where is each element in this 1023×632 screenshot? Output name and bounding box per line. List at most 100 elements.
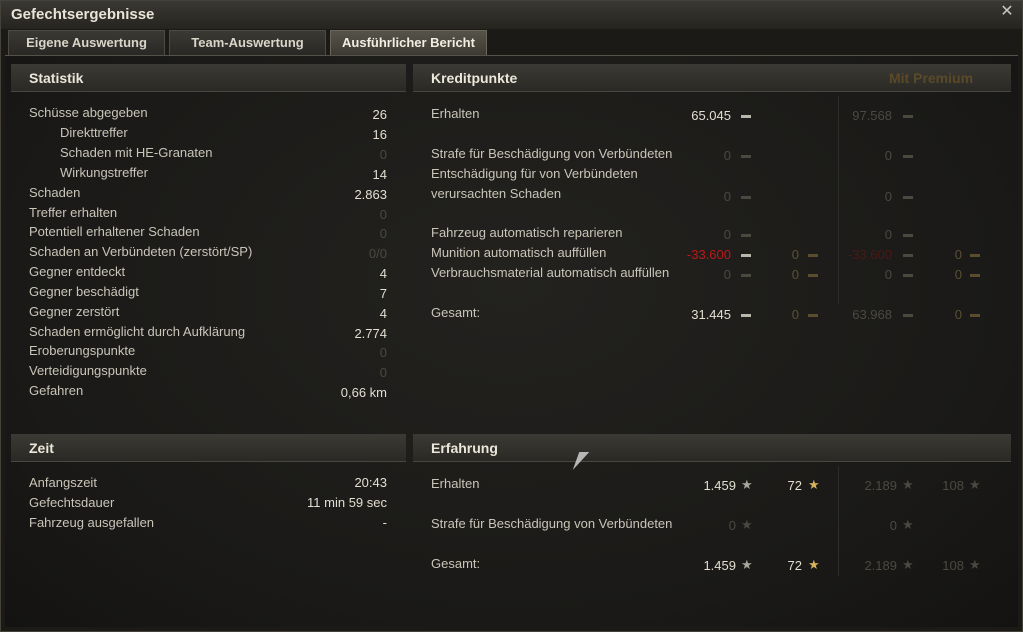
statistik-row-value: 0 [379, 147, 387, 162]
credits-icon: ▬ [903, 191, 913, 202]
credits-icon: ▬ [741, 309, 751, 320]
credit-value: 31.445 [691, 307, 731, 322]
statistik-row-value: 2.774 [354, 326, 387, 341]
gold-icon: ▬ [808, 249, 818, 260]
statistik-row-label: Eroberungspunkte [29, 343, 136, 358]
zeit-header: Zeit [11, 434, 406, 462]
free-xp-value: 72 [787, 478, 802, 493]
tab-ausfuehrlicher-bericht[interactable]: Ausführlicher Bericht [330, 30, 487, 55]
credits-icon: ▬ [741, 249, 751, 260]
xp-value: 0 [728, 518, 736, 533]
credits-icon: ▬ [741, 110, 751, 121]
statistik-row-value: 0 [379, 365, 387, 380]
premium-credit-value: 0 [884, 267, 892, 282]
statistik-row-value: 14 [372, 167, 387, 182]
gold-icon: ▬ [970, 269, 980, 280]
credit-row-label: Strafe für Beschädigung von Verbündeten [431, 146, 673, 161]
statistik-row-value: 0,66 km [340, 385, 387, 400]
star-icon: ★ [741, 477, 753, 492]
premium-xp-value: 0 [889, 518, 897, 533]
credits-icon: ▬ [903, 249, 913, 260]
premium-credit-value: 0 [884, 148, 892, 163]
credit-row-label: Erhalten [431, 106, 480, 121]
zeit-row-value: 20:43 [354, 475, 387, 490]
credits-icon: ▬ [903, 309, 913, 320]
statistik-row-value: 0 [379, 207, 387, 222]
premium-gold-value: 0 [954, 307, 962, 322]
premium-xp-value: 2.189 [864, 558, 897, 573]
credits-icon: ▬ [741, 229, 751, 240]
premium-divider-xp [838, 466, 839, 576]
credits-icon: ▬ [741, 150, 751, 161]
gold-icon: ▬ [808, 309, 818, 320]
xp-value: 1.459 [703, 478, 736, 493]
star-icon: ★ [902, 477, 914, 492]
premium-credit-value: 63.968 [852, 307, 892, 322]
credit-value: 0 [723, 189, 731, 204]
premium-credit-value: 0 [884, 227, 892, 242]
zeit-row-value: - [382, 515, 387, 530]
star-icon: ★ [969, 477, 981, 492]
gold-icon: ▬ [970, 309, 980, 320]
premium-credit-value: 97.568 [852, 108, 892, 123]
star-icon: ★ [969, 557, 981, 572]
premium-gold-value: 0 [954, 267, 962, 282]
premium-free-xp-value: 108 [942, 558, 964, 573]
statistik-row-value: 26 [372, 107, 387, 122]
star-icon: ★ [902, 557, 914, 572]
statistik-row-label: Gegner zerstört [29, 304, 120, 319]
credits-icon: ▬ [903, 269, 913, 280]
tab-team-auswertung[interactable]: Team-Auswertung [169, 30, 326, 55]
statistik-row-label: Schaden an Verbündeten (zerstört/SP) [29, 244, 253, 259]
statistik-row-value: 7 [379, 286, 387, 301]
xp-row-label: Gesamt: [431, 556, 481, 571]
gold-value: 0 [791, 267, 799, 282]
credit-value: 0 [723, 227, 731, 242]
credits-icon: ▬ [903, 150, 913, 161]
star-icon: ★ [741, 517, 753, 532]
free-xp-star-icon: ★ [808, 477, 820, 492]
free-xp-star-icon: ★ [808, 557, 820, 572]
credit-row-label: Gesamt: [431, 305, 481, 320]
title-bar[interactable]: Gefechtsergebnisse ✕ [1, 1, 1022, 29]
credit-row-label: Munition automatisch auffüllen [431, 245, 607, 260]
xp-value: 1.459 [703, 558, 736, 573]
tab-eigene-auswertung[interactable]: Eigene Auswertung [8, 30, 165, 55]
xp-row-label: Erhalten [431, 476, 480, 491]
statistik-row-label: Treffer erhalten [29, 205, 118, 220]
xp-row-label: Strafe für Beschädigung von Verbündeten [431, 516, 673, 531]
gold-icon: ▬ [970, 249, 980, 260]
credits-icon: ▬ [741, 191, 751, 202]
statistik-row-label: Gefahren [29, 383, 84, 398]
credit-value: 0 [723, 267, 731, 282]
statistik-row-label: Schaden [29, 185, 81, 200]
window-title: Gefechtsergebnisse [11, 6, 155, 23]
statistik-row-label: Potentiell erhaltener Schaden [29, 224, 200, 239]
zeit-title: Zeit [29, 440, 54, 456]
report-content: Statistik Schüsse abgegeben 26 Direkttreff… [5, 55, 1018, 627]
premium-credit-value: 0 [884, 189, 892, 204]
premium-credit-value: -33.600 [847, 247, 892, 262]
statistik-row-value: 0 [379, 226, 387, 241]
statistik-row-label: Schüsse abgegeben [29, 105, 148, 120]
zeit-row-label: Anfangszeit [29, 475, 97, 490]
zeit-row-label: Gefechtsdauer [29, 495, 115, 510]
credits-icon: ▬ [903, 110, 913, 121]
star-icon: ★ [902, 517, 914, 532]
statistik-row-value: 0 [379, 345, 387, 360]
credit-value: 0 [723, 148, 731, 163]
statistik-row-value: 0/0 [368, 246, 387, 261]
statistik-row-label: Schaden ermöglicht durch Aufklärung [29, 324, 246, 339]
premium-divider [838, 96, 839, 304]
kreditpunkte-title: Kreditpunkte [431, 70, 518, 86]
statistik-row-value: 4 [379, 306, 387, 321]
close-icon[interactable]: ✕ [1000, 4, 1014, 20]
statistik-title: Statistik [29, 70, 84, 86]
zeit-row-value: 11 min 59 sec [307, 495, 387, 510]
premium-xp-value: 2.189 [864, 478, 897, 493]
premium-label: Mit Premium [889, 70, 974, 86]
credit-value: 65.045 [691, 108, 731, 123]
statistik-row-value: 2.863 [354, 187, 387, 202]
free-xp-value: 72 [787, 558, 802, 573]
statistik-row-label: Gegner beschädigt [29, 284, 139, 299]
